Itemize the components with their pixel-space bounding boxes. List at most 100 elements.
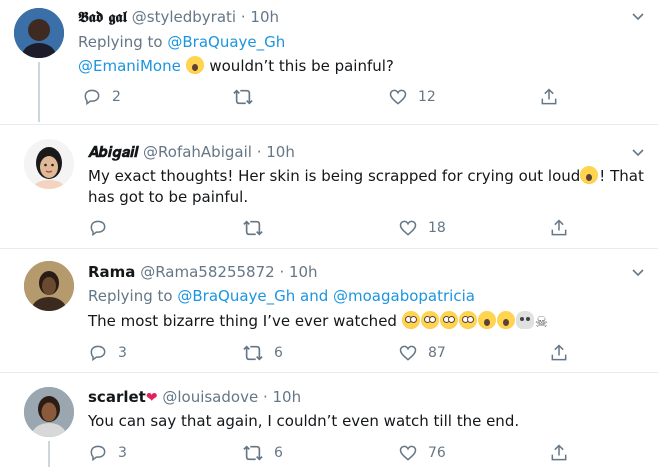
tweet-text-content: You can say that again, I couldn’t even … [88,412,520,430]
reply-count: 3 [118,445,127,461]
share-button[interactable] [549,343,569,363]
display-name[interactable]: scarlet [88,388,146,406]
reply-button[interactable] [88,218,118,238]
reply-button[interactable]: 2 [82,87,121,107]
heart-icon [399,220,417,236]
replying-prefix: Replying to [78,33,163,51]
handle[interactable]: @RofahAbigail [143,143,252,161]
handle[interactable]: @styledbyrati [132,8,236,26]
share-button[interactable] [539,87,559,107]
like-button[interactable]: 87 [398,343,446,363]
replying-to: Replying to @BraQuaye_Gh [78,33,285,51]
share-icon [541,88,557,105]
tweet-1[interactable]: 𝕭𝖆𝖉 𝖌𝖆𝖑 @styledbyrati · 10h Replying to … [0,0,658,122]
heart-icon [399,345,417,361]
like-count: 18 [428,220,446,236]
mention-link[interactable]: @EmaniMone [78,57,181,75]
flushed-emoji [420,311,439,329]
tweet-4[interactable]: scarlet❤ @louisadove · 10h You can say t… [0,373,658,467]
like-button[interactable]: 76 [398,443,446,463]
display-name[interactable]: Rama [88,263,135,281]
tweet-header: Rama @Rama58255872 · 10h [88,263,318,281]
replying-to: Replying to @BraQuaye_Gh and @moagabopat… [88,287,475,305]
screaming-emoji [477,311,496,329]
thread-line [48,441,50,467]
screaming-emoji [580,166,599,184]
retweet-button[interactable]: 6 [242,443,283,463]
reply-button[interactable]: 3 [88,443,127,463]
retweet-button[interactable] [242,218,274,238]
chevron-down-icon[interactable] [632,10,644,24]
mention-link[interactable]: @moagabopatricia [333,287,475,305]
reply-icon [90,220,106,237]
handle[interactable]: @louisadove [162,388,258,406]
tweet-text: @EmaniMone wouldn’t this be painful? [78,56,394,77]
retweet-icon [243,220,263,236]
tweet-3[interactable]: Rama @Rama58255872 · 10h Replying to @Br… [0,249,658,371]
retweet-button[interactable]: 6 [242,343,283,363]
avatar[interactable] [24,261,74,311]
flushed-emoji [401,311,420,329]
tweet-actions: 3 6 76 [88,443,568,465]
reply-button[interactable]: 3 [88,343,127,363]
thread-line [38,62,40,122]
share-button[interactable] [549,218,569,238]
tweet-text-line: has got to be painful. [88,188,249,206]
reply-icon [90,445,106,462]
tweet-text: The most bizarre thing I’ve ever watched… [88,311,548,333]
display-name[interactable]: 𝑨𝒃𝒊𝒈𝒂𝒊𝒍 [88,143,138,161]
timestamp[interactable]: · 10h [263,388,301,406]
handle[interactable]: @Rama58255872 [140,263,274,281]
like-button[interactable]: 12 [388,87,436,107]
tweet-text-line: My exact thoughts! Her skin is being scr… [88,167,581,185]
retweet-count: 6 [274,345,283,361]
mention-link[interactable]: @BraQuaye_Gh [177,287,295,305]
reply-icon [90,345,106,362]
skull-emoji [515,311,534,329]
replying-and: and [295,287,334,305]
tweet-actions: 18 [88,218,568,240]
tweet-2[interactable]: 𝑨𝒃𝒊𝒈𝒂𝒊𝒍 @RofahAbigail · 10h My exact tho… [0,125,658,247]
exploding-head-emoji [185,56,204,74]
like-button[interactable]: 18 [398,218,446,238]
tweet-text-content: The most bizarre thing I’ve ever watched [88,312,402,330]
tweet-actions: 3 6 87 [88,343,568,365]
timestamp[interactable]: · 10h [257,143,295,161]
heart-icon [399,445,417,461]
reply-count: 3 [118,345,127,361]
retweet-button[interactable] [232,87,264,107]
retweet-icon [233,89,253,105]
skull-crossbones-emoji: ☠ [534,313,549,331]
tweet-text-line: ! That [599,167,644,185]
avatar[interactable] [24,387,74,437]
red-heart-emoji: ❤ [145,390,158,406]
tweet-actions: 2 12 [82,87,562,109]
avatar[interactable] [14,8,64,58]
chevron-down-icon[interactable] [632,146,644,160]
tweet-text-content: wouldn’t this be painful? [204,57,394,75]
flushed-emoji [458,311,477,329]
share-icon [551,219,567,236]
avatar[interactable] [24,139,74,189]
retweet-count: 6 [274,445,283,461]
tweet-text: You can say that again, I couldn’t even … [88,411,519,432]
tweet-header: 𝕭𝖆𝖉 𝖌𝖆𝖑 @styledbyrati · 10h [78,8,279,26]
like-count: 76 [428,445,446,461]
tweet-text: My exact thoughts! Her skin is being scr… [88,166,644,208]
timestamp[interactable]: · 10h [279,263,317,281]
reply-count: 2 [112,89,121,105]
chevron-down-icon[interactable] [632,266,644,280]
reply-icon [84,89,100,106]
share-icon [551,344,567,361]
tweet-header: 𝑨𝒃𝒊𝒈𝒂𝒊𝒍 @RofahAbigail · 10h [88,143,295,161]
retweet-icon [243,445,263,461]
like-count: 87 [428,345,446,361]
heart-icon [389,89,407,105]
display-name[interactable]: 𝕭𝖆𝖉 𝖌𝖆𝖑 [78,8,127,26]
retweet-icon [243,345,263,361]
mention-link[interactable]: @BraQuaye_Gh [167,33,285,51]
tweet-header: scarlet❤ @louisadove · 10h [88,388,301,406]
share-button[interactable] [549,443,569,463]
timestamp[interactable]: · 10h [241,8,279,26]
like-count: 12 [418,89,436,105]
